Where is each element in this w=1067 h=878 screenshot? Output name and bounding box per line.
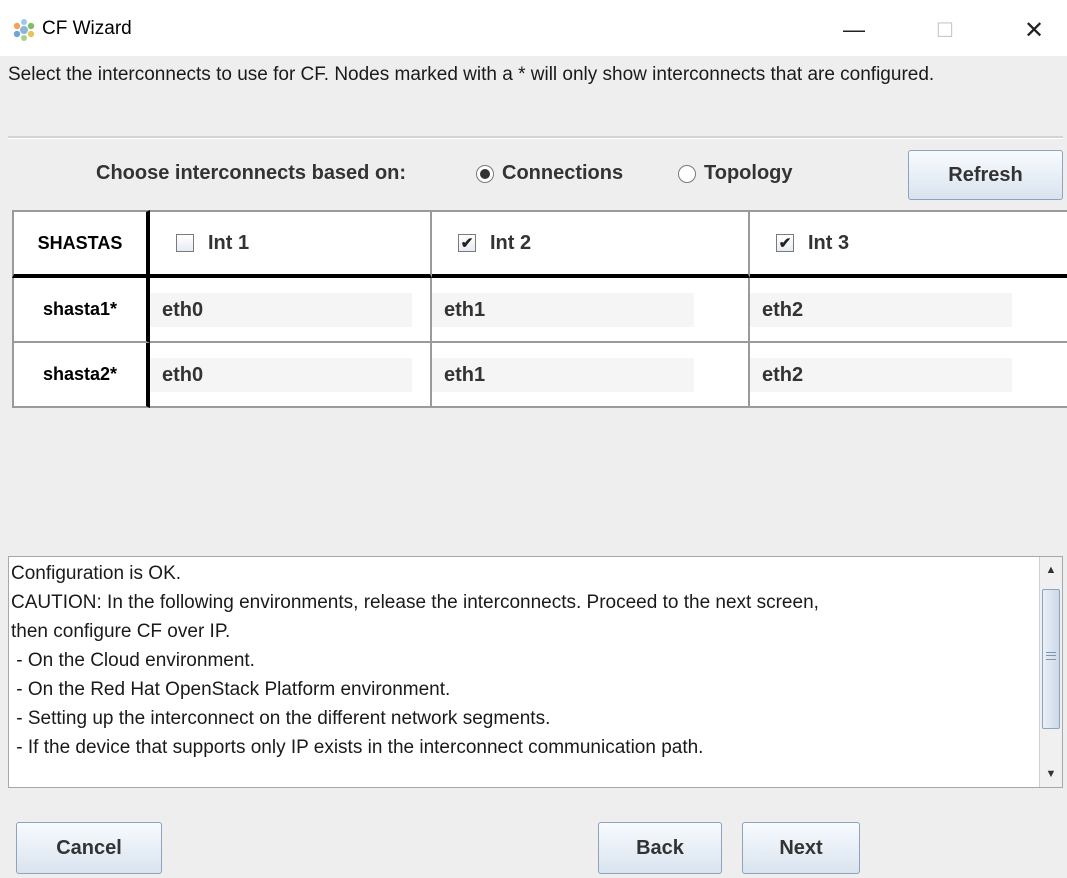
status-message-area[interactable]: Configuration is OK. CAUTION: In the fol…	[8, 556, 1063, 788]
radio-connections[interactable]: Connections	[476, 162, 623, 185]
int-3-header[interactable]: ✔ Int 3	[750, 210, 1067, 278]
int-1-header[interactable]: Int 1	[150, 210, 432, 278]
node-name: shasta1*	[42, 299, 118, 319]
refresh-button[interactable]: Refresh	[908, 150, 1063, 200]
close-icon: ✕	[1023, 16, 1045, 44]
scroll-up-icon: ▲	[1045, 564, 1057, 576]
message-line: CAUTION: In the following environments, …	[11, 592, 819, 613]
interconnect-value[interactable]: eth2	[750, 357, 1012, 392]
table-row-node: shasta2*	[12, 343, 150, 408]
table-cell[interactable]: eth2	[750, 343, 1067, 408]
int-1-label: Int 1	[208, 231, 250, 254]
int-2-header[interactable]: ✔ Int 2	[432, 210, 750, 278]
table-cell[interactable]: eth1	[432, 343, 750, 408]
int-3-checkbox[interactable]: ✔	[776, 234, 794, 252]
radio-topology-label: Topology	[704, 162, 793, 184]
app-icon	[13, 19, 35, 41]
maximize-icon: ☐	[936, 19, 954, 42]
scroll-up-button[interactable]: ▲	[1040, 557, 1062, 583]
minimize-icon: —	[843, 17, 865, 42]
int-2-checkbox[interactable]: ✔	[458, 234, 476, 252]
interconnect-value[interactable]: eth1	[432, 357, 694, 392]
wizard-panel: Select the interconnects to use for CF. …	[0, 56, 1067, 878]
instructions-text: Select the interconnects to use for CF. …	[8, 64, 935, 85]
table-cell[interactable]: eth1	[432, 278, 750, 343]
grip-icon	[1046, 652, 1056, 660]
int-1-checkbox[interactable]	[176, 234, 194, 252]
table-corner-header: SHASTAS	[12, 210, 150, 278]
message-line: Configuration is OK.	[11, 563, 182, 584]
choose-interconnects-row: Choose interconnects based on: Connectio…	[0, 146, 1067, 204]
title-bar: CF Wizard — ☐ ✕	[0, 0, 1067, 56]
message-line: - On the Red Hat OpenStack Platform envi…	[11, 679, 451, 700]
divider	[8, 136, 1063, 139]
cancel-button[interactable]: Cancel	[16, 822, 162, 874]
scroll-thumb[interactable]	[1042, 589, 1060, 729]
vertical-scrollbar[interactable]: ▲ ▼	[1039, 557, 1062, 787]
interconnect-value[interactable]: eth0	[150, 357, 412, 392]
close-button[interactable]: ✕	[1004, 8, 1064, 52]
message-line: - If the device that supports only IP ex…	[11, 737, 704, 758]
int-3-label: Int 3	[808, 231, 850, 254]
message-line: - Setting up the interconnect on the dif…	[11, 708, 551, 729]
interconnect-value[interactable]: eth0	[150, 292, 412, 327]
status-message-text: Configuration is OK. CAUTION: In the fol…	[11, 559, 1039, 762]
table-cell[interactable]: eth0	[150, 278, 432, 343]
table-cell[interactable]: eth2	[750, 278, 1067, 343]
radio-topology[interactable]: Topology	[678, 162, 793, 185]
message-line: then configure CF over IP.	[11, 621, 231, 642]
message-line: - On the Cloud environment.	[11, 650, 255, 671]
scroll-down-icon: ▼	[1045, 768, 1057, 780]
back-button[interactable]: Back	[598, 822, 722, 874]
node-name: shasta2*	[42, 364, 118, 384]
radio-indicator	[678, 164, 696, 183]
table-cell[interactable]: eth0	[150, 343, 432, 408]
scroll-down-button[interactable]: ▼	[1040, 761, 1062, 787]
interconnect-value[interactable]: eth2	[750, 292, 1012, 327]
maximize-button: ☐	[915, 8, 975, 52]
interconnect-value[interactable]: eth1	[432, 292, 694, 327]
radio-connections-label: Connections	[502, 162, 624, 184]
nodes-header: SHASTAS	[37, 232, 123, 253]
next-button[interactable]: Next	[742, 822, 860, 874]
table-row-node: shasta1*	[12, 278, 150, 343]
minimize-button[interactable]: —	[824, 8, 884, 52]
window-title: CF Wizard	[42, 18, 132, 39]
interconnect-table: SHASTAS Int 1 ✔ Int 2 ✔ Int 3 shasta1* e…	[12, 210, 1067, 408]
radio-indicator	[476, 164, 494, 183]
choose-label: Choose interconnects based on:	[96, 162, 407, 184]
int-2-label: Int 2	[490, 231, 532, 254]
